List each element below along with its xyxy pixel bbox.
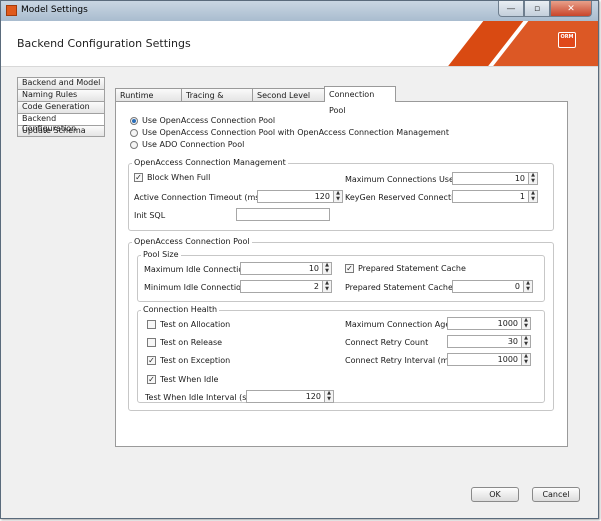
keygen-reserved-stepper[interactable]: 1 ▲ ▼ — [452, 190, 538, 203]
pool-size-group — [137, 255, 545, 302]
spin-down-icon[interactable]: ▼ — [522, 359, 530, 365]
model-settings-window: Model Settings — ▫ ✕ Backend Configurati… — [0, 0, 599, 519]
spin-down-icon[interactable]: ▼ — [524, 286, 532, 292]
checkmark-icon: ✓ — [345, 264, 354, 273]
radio-openaccess-pool[interactable]: Use OpenAccess Connection Pool — [130, 116, 275, 125]
retry-interval-stepper[interactable]: 1000 ▲ ▼ — [447, 353, 531, 366]
spin-down-icon[interactable]: ▼ — [522, 341, 530, 347]
maximize-button[interactable]: ▫ — [524, 1, 550, 17]
orm-logo-icon: ORM — [558, 32, 576, 48]
checkmark-icon: ✓ — [134, 173, 143, 182]
test-on-allocation-checkbox[interactable]: Test on Allocation — [147, 320, 230, 329]
page-title: Backend Configuration Settings — [17, 37, 191, 50]
max-connections-stepper[interactable]: 10 ▲ ▼ — [452, 172, 538, 185]
prepared-cache-size-stepper[interactable]: 0 ▲ ▼ — [452, 280, 533, 293]
spin-down-icon[interactable]: ▼ — [529, 196, 537, 202]
close-button[interactable]: ✕ — [550, 1, 592, 17]
ok-button[interactable]: OK — [471, 487, 519, 502]
minimize-button[interactable]: — — [498, 1, 524, 17]
app-icon — [6, 5, 17, 16]
radio-ado-pool[interactable]: Use ADO Connection Pool — [130, 140, 244, 149]
minimize-icon: — — [506, 3, 516, 14]
radio-openaccess-pool-management[interactable]: Use OpenAccess Connection Pool with Open… — [130, 128, 449, 137]
test-on-release-checkbox[interactable]: Test on Release — [147, 338, 222, 347]
spin-down-icon[interactable]: ▼ — [529, 178, 537, 184]
block-when-full-checkbox[interactable]: ✓ Block When Full — [134, 173, 210, 182]
retry-count-label: Connect Retry Count — [345, 338, 429, 347]
max-age-stepper[interactable]: 1000 ▲ ▼ — [447, 317, 531, 330]
sidebar-item-backend-configuration[interactable]: Backend Configuration — [17, 113, 105, 133]
connection-health-title: Connection Health — [141, 305, 220, 314]
spin-down-icon[interactable]: ▼ — [522, 323, 530, 329]
close-icon: ✕ — [567, 3, 575, 14]
radio-dot — [130, 140, 138, 149]
init-sql-label: Init SQL — [134, 211, 166, 220]
dialog-footer: OK Cancel — [1, 477, 598, 517]
max-idle-stepper[interactable]: 10 ▲ ▼ — [240, 262, 332, 275]
retry-count-stepper[interactable]: 30 ▲ ▼ — [447, 335, 531, 348]
sidebar-item-code-generation[interactable]: Code Generation — [17, 101, 105, 113]
idle-interval-stepper[interactable]: 120 ▲ ▼ — [246, 390, 334, 403]
spin-down-icon[interactable]: ▼ — [334, 196, 342, 202]
tab-second-level-cache[interactable]: Second Level Cache — [252, 88, 325, 113]
sidebar-item-backend-and-model[interactable]: Backend and Model — [17, 77, 105, 89]
prepared-cache-checkbox[interactable]: ✓ Prepared Statement Cache — [345, 264, 466, 273]
pool-size-title: Pool Size — [141, 250, 181, 259]
maximize-icon: ▫ — [533, 3, 541, 14]
title-bar[interactable]: Model Settings — ▫ ✕ — [1, 1, 598, 21]
spin-down-icon[interactable]: ▼ — [323, 268, 331, 274]
sidebar-item-naming-rules[interactable]: Naming Rules — [17, 89, 105, 101]
window-title: Model Settings — [21, 5, 88, 15]
test-on-exception-checkbox[interactable]: ✓ Test on Exception — [147, 356, 230, 365]
min-idle-stepper[interactable]: 2 ▲ ▼ — [240, 280, 332, 293]
max-connections-label: Maximum Connections Used — [345, 175, 459, 184]
spin-down-icon[interactable]: ▼ — [325, 396, 333, 402]
cancel-button[interactable]: Cancel — [532, 487, 580, 502]
min-idle-label: Minimum Idle Connections — [144, 283, 251, 292]
radio-dot — [130, 128, 138, 137]
tab-tracing-logging[interactable]: Tracing & Logging — [181, 88, 253, 113]
active-timeout-stepper[interactable]: 120 ▲ ▼ — [257, 190, 343, 203]
tab-runtime[interactable]: Runtime — [115, 88, 182, 102]
active-timeout-label: Active Connection Timeout (msec) — [134, 193, 272, 202]
settings-sidebar: Backend and Model Naming Rules Code Gene… — [17, 77, 105, 137]
keygen-reserved-label: KeyGen Reserved Connections — [345, 193, 468, 202]
connection-management-title: OpenAccess Connection Management — [132, 158, 288, 167]
connection-pool-title: OpenAccess Connection Pool — [132, 237, 252, 246]
checkmark-icon: ✓ — [147, 356, 156, 365]
checkmark-icon: ✓ — [147, 375, 156, 384]
dialog-header: Backend Configuration Settings ORM — [1, 21, 598, 67]
connection-pool-panel: Use OpenAccess Connection Pool Use OpenA… — [115, 101, 568, 447]
tab-connection-pool[interactable]: Connection Pool — [324, 86, 396, 115]
sidebar-item-update-schema[interactable]: Update Schema — [17, 125, 105, 137]
max-idle-label: Maximum Idle Connections — [144, 265, 253, 274]
test-when-idle-checkbox[interactable]: ✓ Test When Idle — [147, 375, 218, 384]
radio-dot — [130, 116, 138, 125]
max-age-label: Maximum Connection Age — [345, 320, 451, 329]
spin-down-icon[interactable]: ▼ — [323, 286, 331, 292]
init-sql-input[interactable] — [236, 208, 330, 221]
idle-interval-label: Test When Idle Interval (sec) — [145, 393, 259, 402]
settings-tabs: Runtime Tracing & Logging Second Level C… — [115, 86, 396, 115]
